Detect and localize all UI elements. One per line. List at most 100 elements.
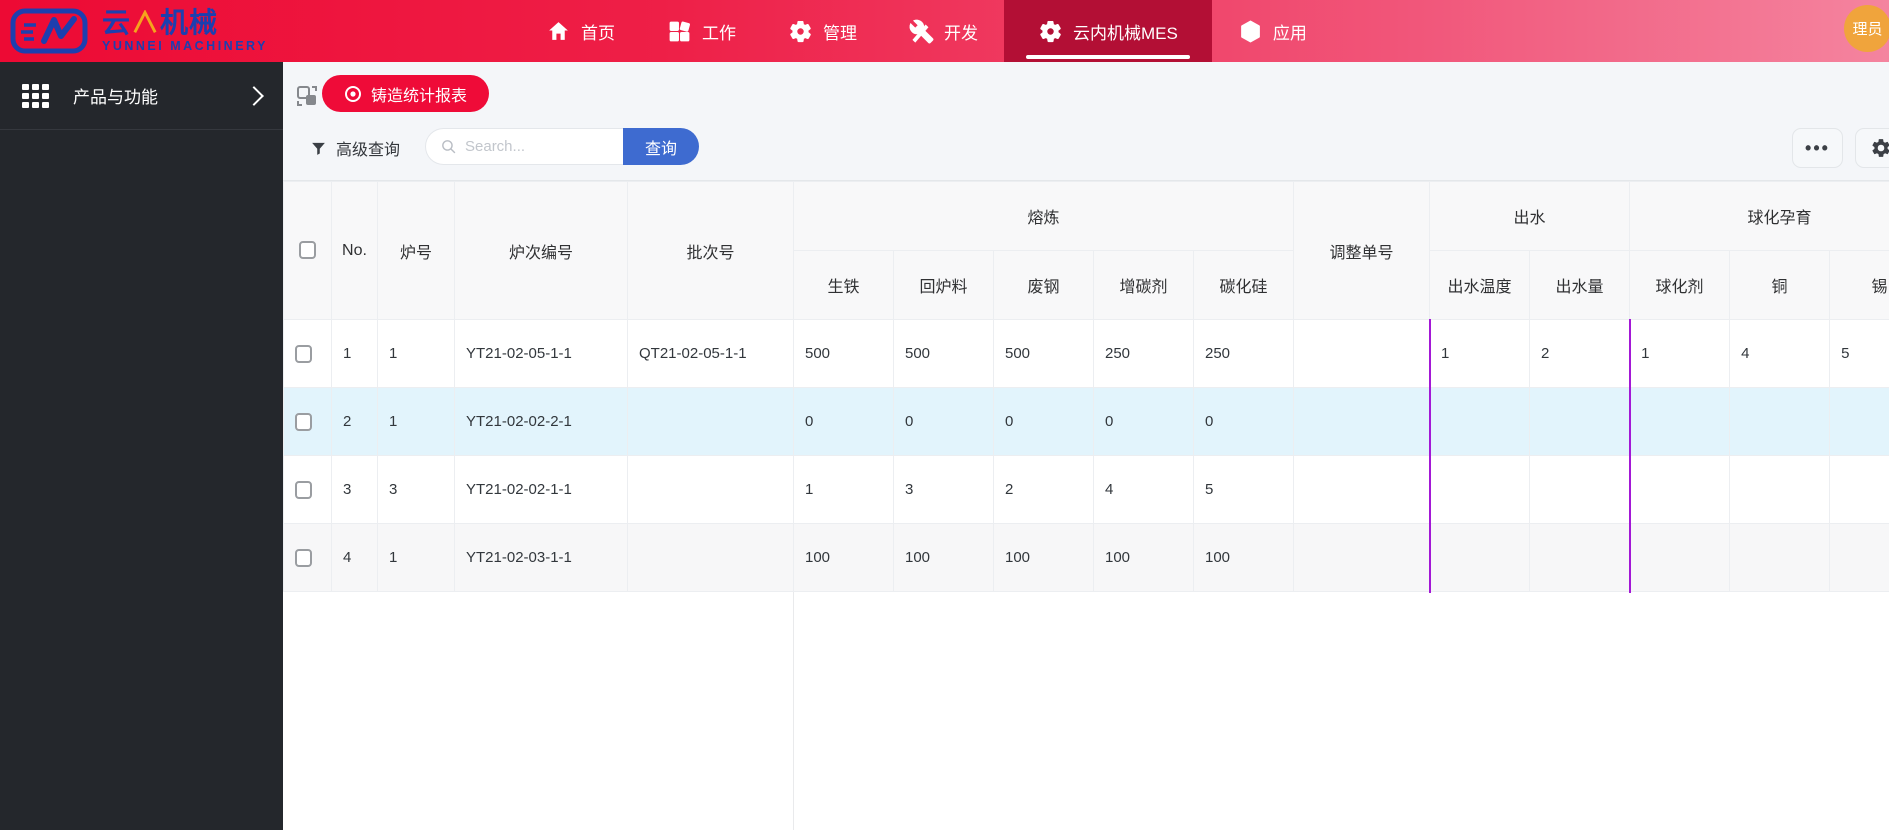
nav-item-mes-active[interactable]: 云内机械MES <box>1004 0 1212 62</box>
cell-furnace: 3 <box>377 455 455 524</box>
cell-copper <box>1729 455 1831 524</box>
cell-tap-temp <box>1429 455 1531 524</box>
header-pig-iron: 生铁 <box>793 250 894 320</box>
search-input[interactable] <box>465 138 605 155</box>
main-content: 铸造统计报表 高级查询 查询 ••• <box>283 62 1889 830</box>
app-window: 云∧机械 YUNNEI MACHINERY 首页 工作 管理 开发 云内机械ME… <box>0 0 1889 830</box>
filter-icon <box>312 142 325 155</box>
cell-pig-iron: 500 <box>793 319 894 388</box>
search-box <box>425 128 623 165</box>
more-options-button[interactable]: ••• <box>1792 128 1843 168</box>
header-no: No. <box>331 181 378 320</box>
row-checkbox[interactable] <box>295 344 312 363</box>
cell-no: 1 <box>331 319 378 388</box>
fixed-column-divider <box>793 592 794 830</box>
header-adjust-no: 调整单号 <box>1293 181 1431 320</box>
cell-batch-no <box>627 455 794 524</box>
cell-tap-temp <box>1429 387 1531 456</box>
cell-tin <box>1829 387 1889 456</box>
cell-copper <box>1729 387 1831 456</box>
logo-en-text: YUNNEI MACHINERY <box>102 39 268 54</box>
nav-item-work[interactable]: 工作 <box>641 0 762 62</box>
sidebar-item-label: 产品与功能 <box>73 88 158 107</box>
cell-returned: 500 <box>893 319 994 388</box>
nav-item-home[interactable]: 首页 <box>520 0 641 62</box>
cell-heat-no: YT21-02-03-1-1 <box>454 523 628 592</box>
logo-peak-accent: ∧ <box>131 7 161 39</box>
tools-icon <box>909 19 934 43</box>
apps-grid-icon <box>22 83 49 108</box>
group-divider-spheroidization <box>1629 319 1631 593</box>
gear-icon <box>790 20 811 42</box>
header-batch-no: 批次号 <box>627 181 794 320</box>
cell-batch-no: QT21-02-05-1-1 <box>627 319 794 388</box>
cell-carburizer: 4 <box>1093 455 1194 524</box>
table-row-selected[interactable]: 2 1 YT21-02-02-2-1 0 0 0 0 0 <box>283 387 1889 456</box>
cell-scrap: 500 <box>993 319 1094 388</box>
table-settings-button[interactable] <box>1855 128 1889 168</box>
cell-adjust-no <box>1293 387 1431 456</box>
query-button[interactable]: 查询 <box>623 128 699 165</box>
row-checkbox[interactable] <box>295 412 312 431</box>
company-logo: 云∧机械 YUNNEI MACHINERY <box>10 7 268 55</box>
cell-carburizer: 0 <box>1093 387 1194 456</box>
cell-tin <box>1829 523 1889 592</box>
nav-item-manage[interactable]: 管理 <box>762 0 883 62</box>
cube-icon <box>1240 20 1260 42</box>
table-row[interactable]: 4 1 YT21-02-03-1-1 100 100 100 100 100 <box>283 523 1889 592</box>
cell-sic: 250 <box>1192 319 1295 388</box>
header-spheroidizer: 球化剂 <box>1629 250 1731 320</box>
header-furnace: 炉号 <box>377 181 455 320</box>
header-returned-material: 回炉料 <box>893 250 994 320</box>
advanced-query-toggle[interactable]: 高级查询 <box>310 137 400 159</box>
cell-sic: 5 <box>1192 455 1295 524</box>
cell-adjust-no <box>1293 523 1431 592</box>
cell-sic: 0 <box>1192 387 1295 456</box>
header-copper: 铜 <box>1729 250 1831 320</box>
header-tin: 锡 <box>1829 250 1889 320</box>
user-avatar[interactable]: 理员 <box>1844 5 1889 52</box>
logo-cn-text: 云∧机械 <box>102 7 219 39</box>
row-checkbox[interactable] <box>295 480 312 499</box>
cell-spheroidizer <box>1629 523 1731 592</box>
logo-mark-icon <box>10 8 88 54</box>
select-all-checkbox[interactable] <box>299 241 316 260</box>
ellipsis-icon: ••• <box>1805 137 1830 158</box>
cell-furnace: 1 <box>377 387 455 456</box>
table-row[interactable]: 1 1 YT21-02-05-1-1 QT21-02-05-1-1 500 50… <box>283 319 1889 388</box>
cell-scrap: 2 <box>993 455 1094 524</box>
cell-tin <box>1829 455 1889 524</box>
gear-icon <box>1040 20 1061 42</box>
nav-item-dev[interactable]: 开发 <box>883 0 1004 62</box>
cell-tap-amount <box>1529 523 1631 592</box>
cell-carburizer: 250 <box>1093 319 1194 388</box>
select-all-header <box>283 181 332 320</box>
report-table: No. 炉号 炉次编号 批次号 熔炼 调整单号 出水 球化孕育 生铁 回炉料 废… <box>283 181 1889 592</box>
target-icon <box>345 85 361 102</box>
nav-item-apps[interactable]: 应用 <box>1212 0 1333 62</box>
cell-spheroidizer: 1 <box>1629 319 1731 388</box>
switch-layout-icon[interactable] <box>295 84 319 108</box>
table-row[interactable]: 3 3 YT21-02-02-1-1 1 3 2 4 5 <box>283 455 1889 524</box>
cell-tap-amount <box>1529 387 1631 456</box>
cell-batch-no <box>627 387 794 456</box>
cell-spheroidizer <box>1629 455 1731 524</box>
cell-spheroidizer <box>1629 387 1731 456</box>
cell-pig-iron: 100 <box>793 523 894 592</box>
cell-no: 4 <box>331 523 378 592</box>
sidebar-item-products[interactable]: 产品与功能 <box>0 62 283 130</box>
row-checkbox[interactable] <box>295 548 312 567</box>
header-group-tapping: 出水 <box>1429 181 1631 251</box>
header-heat-no: 炉次编号 <box>454 181 628 320</box>
group-divider-tapping <box>1429 319 1431 593</box>
chevron-right-icon <box>244 85 264 106</box>
header-carburizer: 增碳剂 <box>1093 250 1194 320</box>
cell-tap-temp: 1 <box>1429 319 1531 388</box>
main-menu: 首页 工作 管理 开发 云内机械MES 应用 <box>520 0 1333 62</box>
cell-no: 2 <box>331 387 378 456</box>
cell-adjust-no <box>1293 455 1431 524</box>
cell-no: 3 <box>331 455 378 524</box>
search-bar: 查询 <box>425 128 699 165</box>
cell-copper: 4 <box>1729 319 1831 388</box>
tab-casting-report[interactable]: 铸造统计报表 <box>322 75 490 112</box>
